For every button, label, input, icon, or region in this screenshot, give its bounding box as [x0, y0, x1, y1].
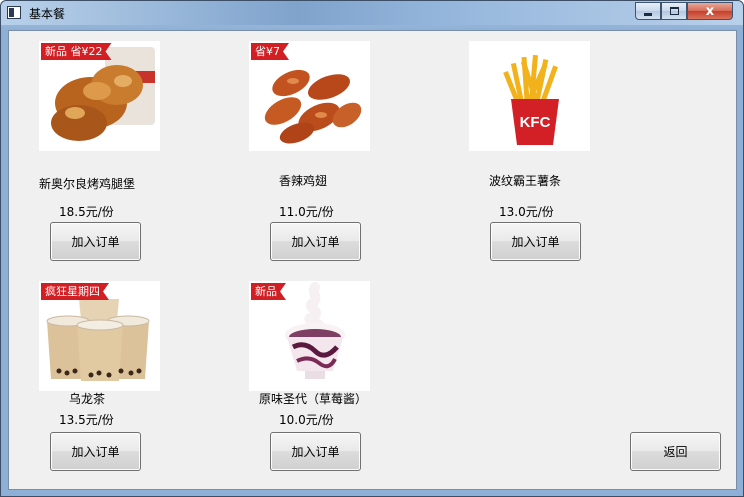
product-price: 11.0元/份	[279, 205, 334, 219]
product-name: 原味圣代（草莓酱）	[259, 392, 368, 406]
sundae-image: 新品	[249, 281, 370, 391]
app-window: 基本餐 x 新品 省¥22 新奥尔良烤鸡腿堡 18.5元/份 加入订单 省¥7 …	[0, 0, 744, 497]
title-bar[interactable]: 基本餐 x	[1, 1, 743, 25]
fried-chicken-bucket-image: 新品 省¥22	[39, 41, 160, 151]
product-name: 新奥尔良烤鸡腿堡	[39, 177, 136, 191]
minimize-icon	[644, 12, 652, 16]
app-window-icon	[7, 6, 21, 19]
maximize-icon	[669, 7, 679, 15]
promo-badge: 疯狂星期四	[41, 283, 109, 300]
add-to-order-button[interactable]: 加入订单	[50, 222, 141, 261]
promo-badge: 新品 省¥22	[41, 43, 112, 60]
chicken-wings-image: 省¥7	[249, 41, 370, 151]
milk-tea-image: 疯狂星期四	[39, 281, 160, 391]
menu-panel: 新品 省¥22 新奥尔良烤鸡腿堡 18.5元/份 加入订单 省¥7 香辣鸡翅 1…	[8, 30, 737, 490]
window-title: 基本餐	[29, 7, 66, 21]
maximize-button[interactable]	[661, 2, 687, 20]
product-price: 13.5元/份	[59, 413, 114, 427]
back-button[interactable]: 返回	[630, 432, 721, 471]
close-button[interactable]: x	[687, 2, 733, 20]
add-to-order-button[interactable]: 加入订单	[50, 432, 141, 471]
add-to-order-button[interactable]: 加入订单	[270, 432, 361, 471]
product-price: 18.5元/份	[59, 205, 114, 219]
product-name: 香辣鸡翅	[279, 174, 328, 188]
add-to-order-button[interactable]: 加入订单	[270, 222, 361, 261]
fries-image: KFC	[469, 41, 590, 151]
product-name: 乌龙茶	[69, 392, 106, 406]
add-to-order-button[interactable]: 加入订单	[490, 222, 581, 261]
close-icon: x	[705, 3, 715, 19]
minimize-button[interactable]	[635, 2, 661, 20]
product-price: 13.0元/份	[499, 205, 554, 219]
svg-text:KFC: KFC	[520, 114, 551, 131]
product-price: 10.0元/份	[279, 413, 334, 427]
product-name: 波纹霸王薯条	[489, 174, 562, 188]
